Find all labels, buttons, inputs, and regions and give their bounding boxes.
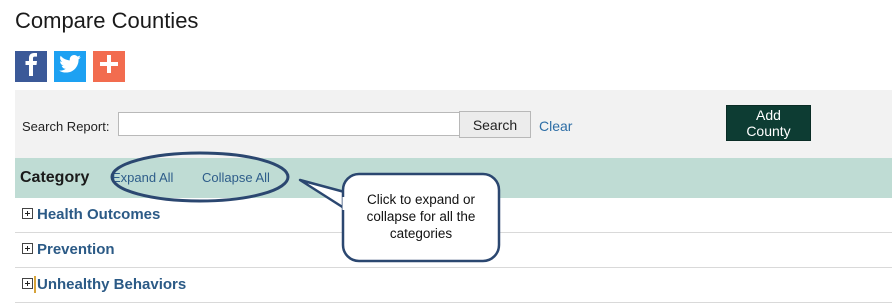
category-label[interactable]: Unhealthy Behaviors xyxy=(37,276,186,293)
search-toolbar: Search Report: Search Clear Add County xyxy=(15,90,892,158)
twitter-icon xyxy=(59,55,81,78)
facebook-share-button[interactable] xyxy=(15,51,47,82)
search-report-label: Search Report: xyxy=(22,119,110,134)
facebook-icon xyxy=(24,52,38,81)
expand-plus-icon[interactable] xyxy=(22,243,33,254)
page-title: Compare Counties xyxy=(15,8,199,33)
search-report-input[interactable] xyxy=(118,112,461,136)
search-button[interactable]: Search xyxy=(459,111,531,138)
category-row-unhealthy-behaviors[interactable]: Unhealthy Behaviors xyxy=(15,268,892,303)
twitter-share-button[interactable] xyxy=(54,51,86,82)
add-county-button[interactable]: Add County xyxy=(726,105,811,141)
category-column-title: Category xyxy=(20,169,90,186)
category-label[interactable]: Health Outcomes xyxy=(37,206,160,223)
expand-plus-icon[interactable] xyxy=(22,208,33,219)
social-share-bar xyxy=(15,51,125,82)
expand-all-link[interactable]: Expand All xyxy=(112,170,173,185)
expand-plus-icon[interactable] xyxy=(22,278,33,289)
more-share-button[interactable] xyxy=(93,51,125,82)
clear-link[interactable]: Clear xyxy=(539,118,572,134)
plus-icon xyxy=(100,55,118,78)
category-label[interactable]: Prevention xyxy=(37,241,115,258)
text-cursor xyxy=(34,276,36,293)
collapse-all-link[interactable]: Collapse All xyxy=(202,170,270,185)
callout-text: Click to expand or collapse for all the … xyxy=(366,192,476,241)
